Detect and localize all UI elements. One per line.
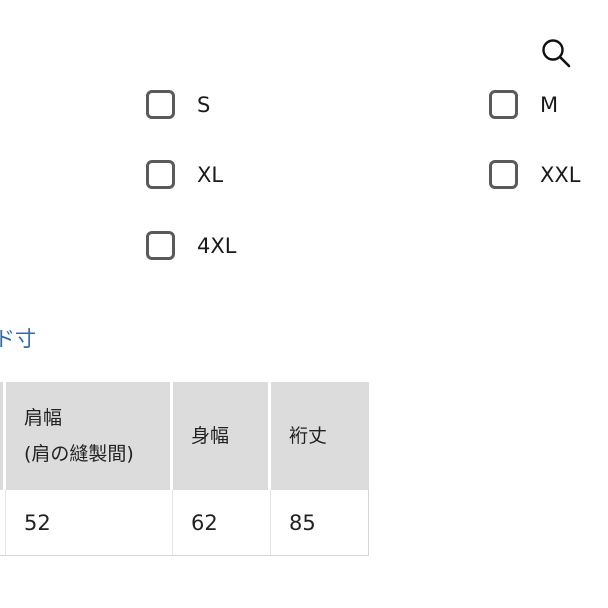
header-label: 肩幅 bbox=[24, 407, 63, 429]
checkbox[interactable] bbox=[146, 90, 175, 119]
size-option-label: M bbox=[540, 92, 559, 117]
size-filter-list: S M XL XXL 4XL bbox=[0, 86, 608, 286]
size-option-label: XXL bbox=[540, 162, 581, 187]
table-header-cell: 肩幅 (肩の縫製間) bbox=[6, 382, 173, 490]
header-label: 裄丈 bbox=[289, 425, 328, 447]
search-icon bbox=[542, 39, 571, 68]
checkbox[interactable] bbox=[146, 231, 175, 260]
size-option-m[interactable]: M bbox=[489, 90, 558, 119]
header-sublabel: (肩の縫製間) bbox=[24, 443, 134, 465]
size-option-label: 4XL bbox=[197, 233, 237, 258]
table-cell: 85 bbox=[271, 490, 369, 556]
table-cell: 52 bbox=[6, 490, 173, 556]
header-label: 身幅 bbox=[191, 425, 230, 447]
size-option-label: S bbox=[197, 92, 211, 117]
checkbox[interactable] bbox=[489, 160, 518, 189]
checkbox[interactable] bbox=[489, 90, 518, 119]
size-table: 肩幅 (肩の縫製間) 身幅 裄丈 52 62 85 bbox=[0, 382, 369, 556]
table-header-cell: 身幅 bbox=[173, 382, 271, 490]
size-option-xl[interactable]: XL bbox=[146, 160, 223, 189]
size-guide-link[interactable]: ド寸 bbox=[0, 323, 36, 353]
size-option-xxl[interactable]: XXL bbox=[489, 160, 580, 189]
size-option-label: XL bbox=[197, 162, 224, 187]
table-row: 52 62 85 bbox=[0, 490, 369, 556]
search-button[interactable] bbox=[538, 36, 574, 72]
size-option-s[interactable]: S bbox=[146, 90, 210, 119]
size-option-4xl[interactable]: 4XL bbox=[146, 231, 236, 260]
table-cell: 62 bbox=[173, 490, 271, 556]
table-header-cell: 裄丈 bbox=[271, 382, 369, 490]
table-header-row: 肩幅 (肩の縫製間) 身幅 裄丈 bbox=[0, 382, 369, 490]
checkbox[interactable] bbox=[146, 160, 175, 189]
